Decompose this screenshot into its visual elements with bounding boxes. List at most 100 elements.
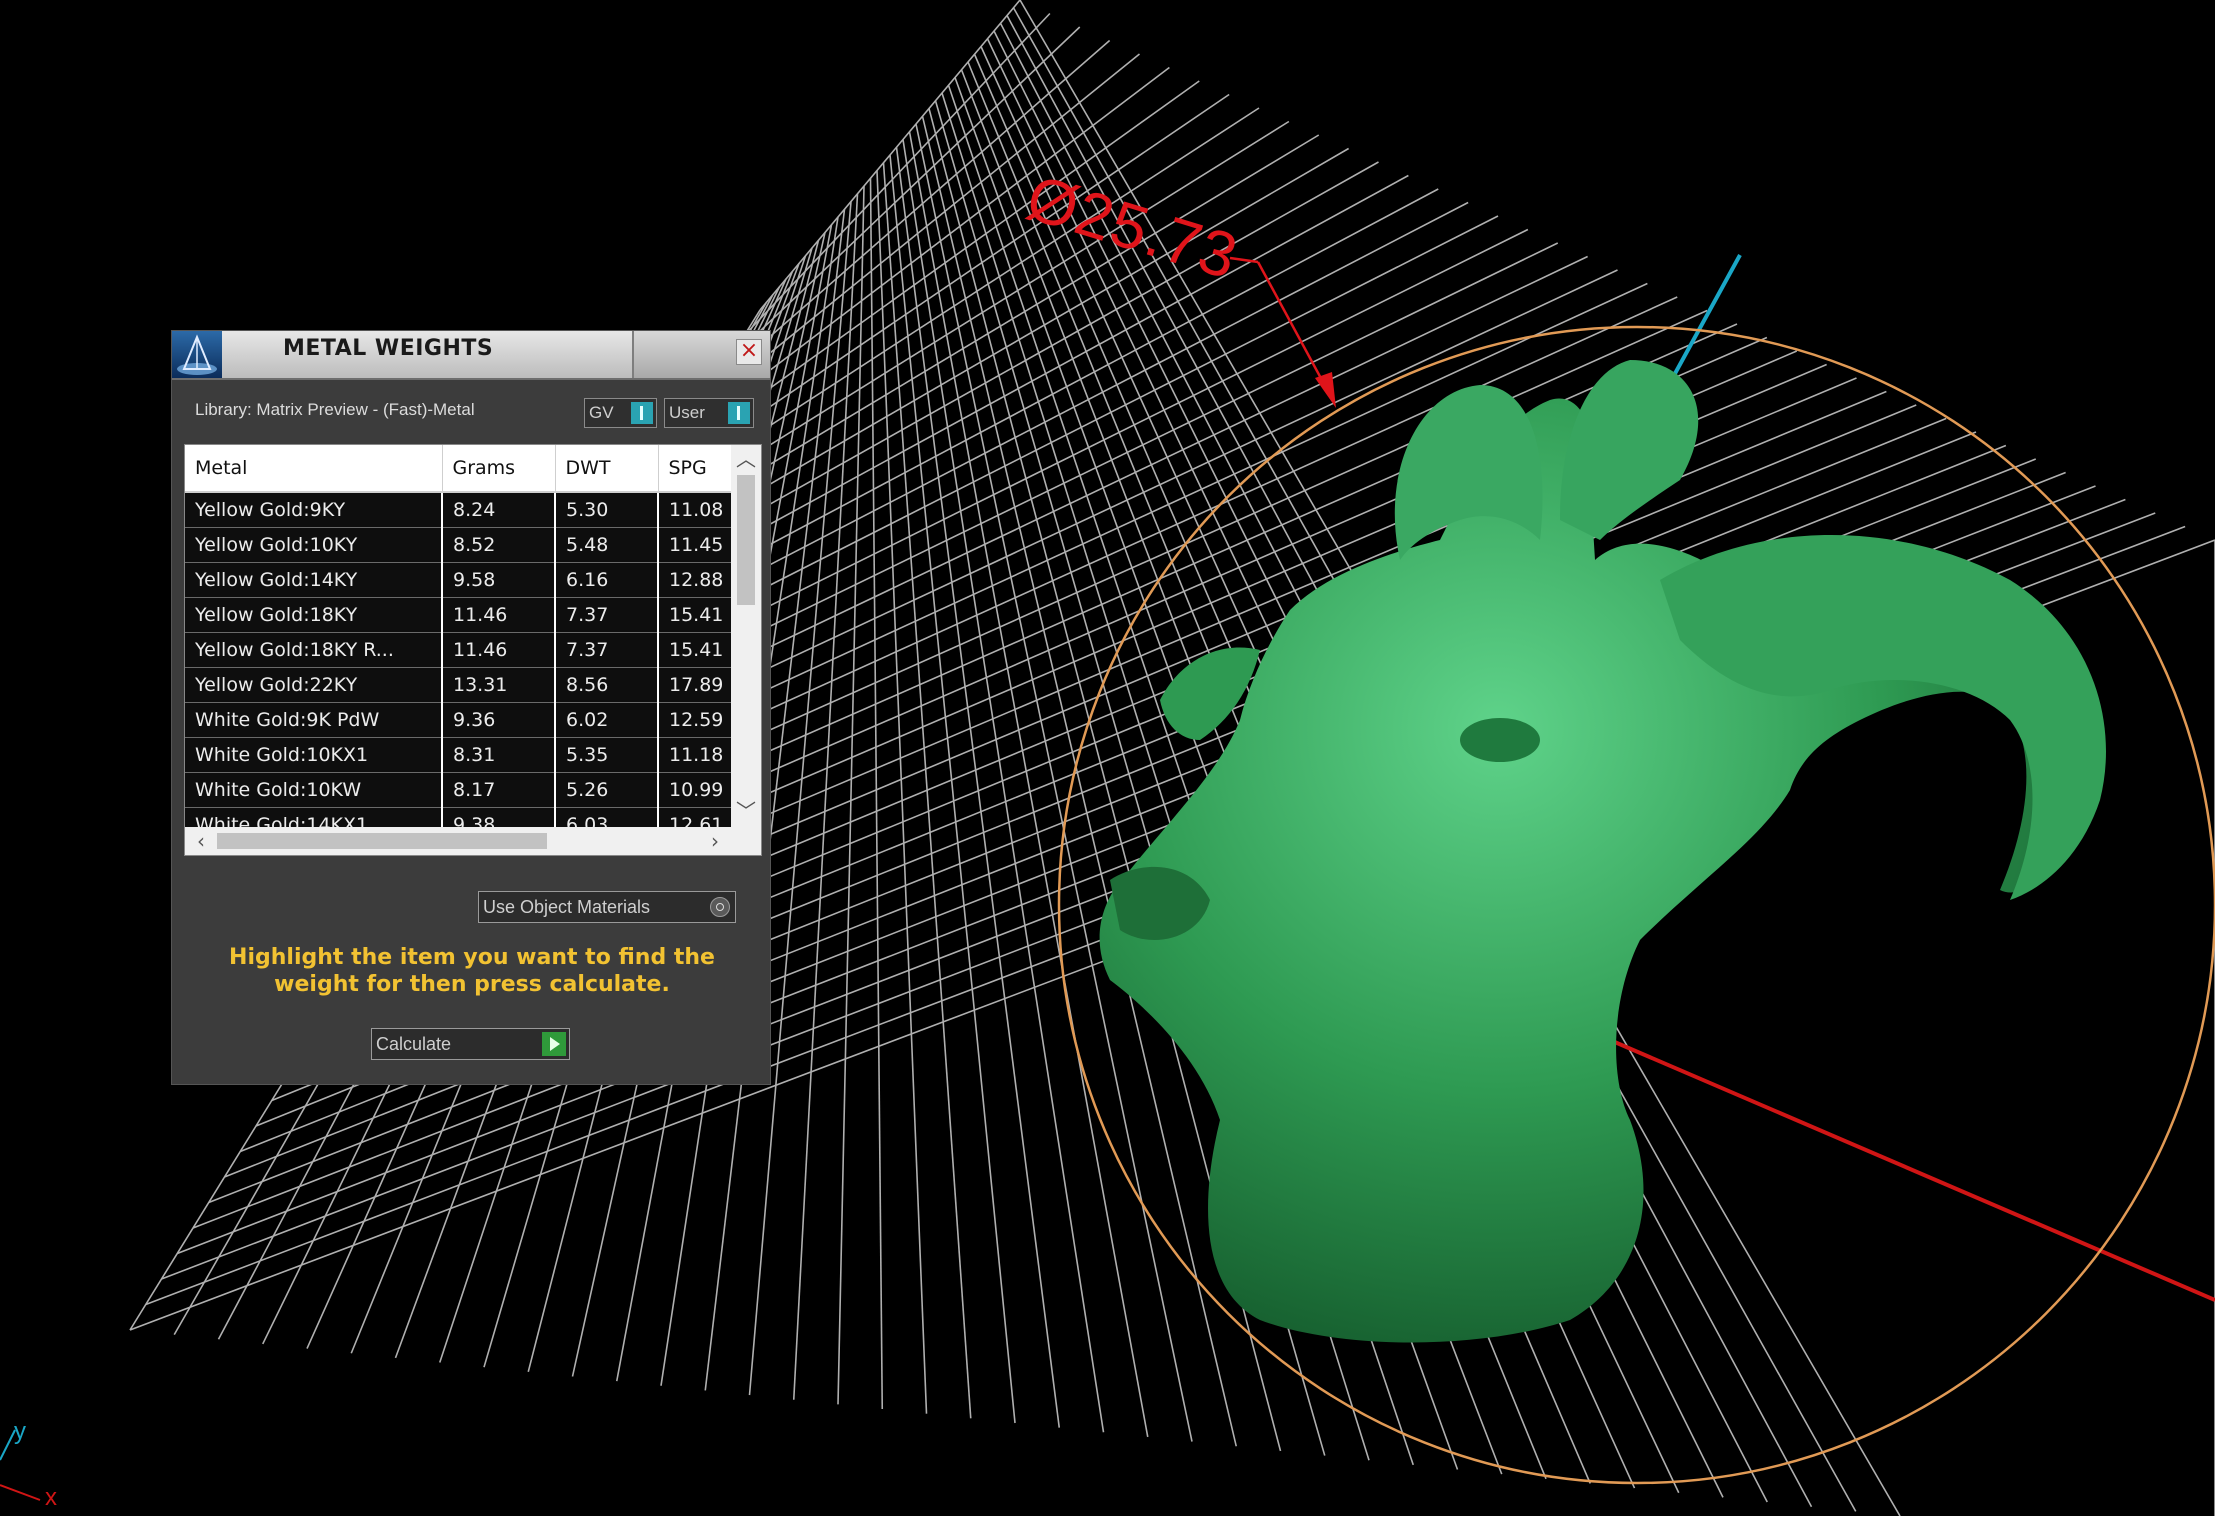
cell-spg: 15.41	[658, 597, 731, 633]
scroll-right-icon[interactable]: ›	[701, 827, 729, 855]
column-header-spg[interactable]: SPG	[658, 445, 731, 493]
cell-metal: White Gold:10KX1	[185, 737, 443, 773]
cell-dwt: 5.30	[555, 492, 659, 528]
column-header-grams[interactable]: Grams	[442, 445, 556, 493]
close-icon: ×	[739, 338, 759, 363]
cell-grams: 8.17	[442, 772, 556, 808]
axis-y-line	[1670, 254, 1742, 380]
use-object-materials-label: Use Object Materials	[483, 897, 651, 917]
axis-triad-x	[0, 1484, 41, 1501]
table-row[interactable]: Yellow Gold:18KY R... 11.46 7.37 15.41	[185, 632, 731, 668]
axis-y-label: y	[14, 1418, 26, 1445]
panel-title: METAL WEIGHTS	[283, 336, 494, 361]
cell-grams: 9.36	[442, 702, 556, 738]
cell-grams: 11.46	[442, 597, 556, 633]
cell-metal: Yellow Gold:9KY	[185, 492, 443, 528]
panel-titlebar[interactable]: METAL WEIGHTS ×	[172, 331, 770, 380]
panel-title-tab[interactable]: METAL WEIGHTS	[222, 331, 634, 378]
user-toggle[interactable]: User	[664, 398, 754, 428]
cell-spg: 17.89	[658, 667, 731, 703]
table-row[interactable]: White Gold:9K PdW 9.36 6.02 12.59	[185, 702, 731, 738]
cell-metal: White Gold:10KW	[185, 772, 443, 808]
axis-x-line	[1609, 1038, 2215, 1302]
table-row[interactable]: White Gold:10KW 8.17 5.26 10.99	[185, 772, 731, 808]
metal-weights-table[interactable]: Metal Grams DWT SPG Yellow Gold:9KY 8.24 5…	[184, 444, 762, 856]
use-object-materials-toggle[interactable]: Use Object Materials	[478, 891, 736, 923]
grid-line	[837, 185, 865, 1405]
cell-grams: 8.31	[442, 737, 556, 773]
toggle-knob-icon	[728, 402, 750, 424]
toggle-knob-icon	[631, 402, 653, 424]
gv-toggle[interactable]: GV	[584, 398, 657, 428]
cell-spg: 11.18	[658, 737, 731, 773]
cell-dwt: 8.56	[555, 667, 659, 703]
cell-metal: White Gold:9K PdW	[185, 702, 443, 738]
grid-line	[889, 154, 1016, 1424]
axis-triad-y	[0, 1429, 16, 1461]
cell-spg: 12.88	[658, 562, 731, 598]
cell-metal: Yellow Gold:10KY	[185, 527, 443, 563]
grid-line	[869, 178, 884, 1410]
cell-spg: 12.61	[658, 807, 731, 827]
cell-grams: 11.46	[442, 632, 556, 668]
scroll-left-icon[interactable]: ‹	[187, 827, 215, 855]
grid-line	[921, 116, 1238, 1447]
instruction-text: Highlight the item you want to find the …	[229, 945, 715, 997]
play-arrow-icon	[542, 1032, 566, 1056]
user-toggle-label: User	[669, 403, 705, 422]
horizontal-scroll-thumb[interactable]	[217, 833, 547, 849]
table-row[interactable]: Yellow Gold:18KY 11.46 7.37 15.41	[185, 597, 731, 633]
metal-weights-panel[interactable]: METAL WEIGHTS × Library: Matrix Preview …	[171, 330, 771, 1085]
scroll-up-icon[interactable]: ︿	[731, 447, 761, 471]
cell-metal: Yellow Gold:18KY R...	[185, 632, 443, 668]
cell-grams: 13.31	[442, 667, 556, 703]
cell-grams: 9.58	[442, 562, 556, 598]
library-label: Library: Matrix Preview - (Fast)-Metal	[195, 400, 475, 419]
grid-line	[908, 131, 1149, 1438]
calculate-label: Calculate	[376, 1034, 452, 1054]
grid-line	[915, 123, 1193, 1442]
dimension-arrow-line	[1256, 261, 1332, 396]
cell-dwt: 5.48	[555, 527, 659, 563]
goat-head-model[interactable]	[1099, 360, 2106, 1343]
cell-spg: 10.99	[658, 772, 731, 808]
gv-toggle-label: GV	[589, 403, 614, 422]
grid-line	[876, 170, 928, 1414]
table-row[interactable]: Yellow Gold:22KY 13.31 8.56 17.89	[185, 667, 731, 703]
table-row[interactable]: White Gold:14KX1 9.38 6.03 12.61	[185, 807, 731, 827]
calculate-button[interactable]: Calculate	[371, 1028, 570, 1060]
cell-dwt: 5.35	[555, 737, 659, 773]
horizontal-scrollbar[interactable]: ‹ ›	[185, 827, 761, 855]
column-header-dwt[interactable]: DWT	[555, 445, 659, 493]
table-row[interactable]: Yellow Gold:14KY 9.58 6.16 12.88	[185, 562, 731, 598]
table-row[interactable]: White Gold:10KX1 8.31 5.35 11.18	[185, 737, 731, 773]
cell-dwt: 5.26	[555, 772, 659, 808]
scroll-down-icon[interactable]: ﹀	[731, 799, 761, 823]
cell-spg: 12.59	[658, 702, 731, 738]
column-header-metal[interactable]: Metal	[185, 445, 443, 493]
cell-metal: Yellow Gold:18KY	[185, 597, 443, 633]
app-logo-icon	[172, 331, 222, 378]
table-header-row: Metal Grams DWT SPG	[185, 445, 731, 493]
table-row[interactable]: Yellow Gold:10KY 8.52 5.48 11.45	[185, 527, 731, 563]
cell-metal: White Gold:14KX1	[185, 807, 443, 827]
cell-grams: 8.52	[442, 527, 556, 563]
close-button[interactable]: ×	[736, 339, 762, 365]
cell-dwt: 6.03	[555, 807, 659, 827]
cell-dwt: 7.37	[555, 632, 659, 668]
axis-x-label: x	[45, 1484, 57, 1511]
cell-spg: 11.08	[658, 492, 731, 528]
radio-icon	[710, 897, 730, 917]
cell-spg: 15.41	[658, 632, 731, 668]
cell-dwt: 7.37	[555, 597, 659, 633]
cell-dwt: 6.16	[555, 562, 659, 598]
vertical-scroll-thumb[interactable]	[737, 475, 755, 605]
cell-metal: Yellow Gold:22KY	[185, 667, 443, 703]
cell-spg: 11.45	[658, 527, 731, 563]
vertical-scrollbar[interactable]: ︿ ﹀	[731, 445, 761, 827]
cell-grams: 8.24	[442, 492, 556, 528]
table-row[interactable]: Yellow Gold:9KY 8.24 5.30 11.08	[185, 492, 731, 528]
cell-grams: 9.38	[442, 807, 556, 827]
cell-dwt: 6.02	[555, 702, 659, 738]
cell-metal: Yellow Gold:14KY	[185, 562, 443, 598]
